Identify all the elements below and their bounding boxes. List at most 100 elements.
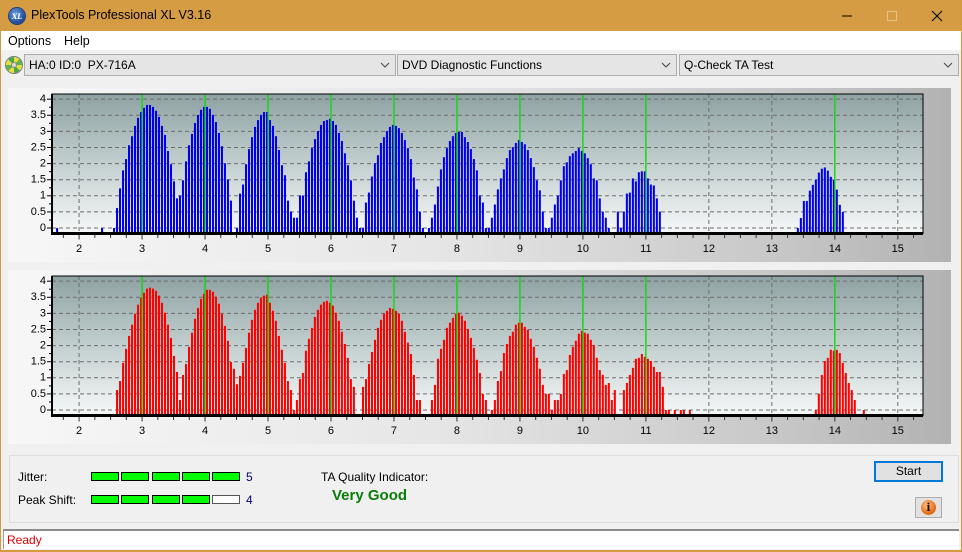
ta-histogram-top: 2 3 4 5 6 7 8 9 10 11 12 13 14 15 0 0.5 1 1.5 2 2.5 3 3.5 4 — [31, 93, 924, 255]
histogram-bar — [442, 339, 445, 416]
histogram-bar — [403, 140, 406, 234]
histogram-bar — [331, 121, 334, 234]
histogram-bar — [493, 400, 496, 416]
histogram-bar — [841, 362, 844, 416]
histogram-bar — [418, 400, 421, 416]
histogram-bar — [640, 353, 643, 416]
histogram-bar — [340, 331, 343, 416]
histogram-bar — [460, 132, 463, 234]
bottom-chart-panel: 2 3 4 5 6 7 8 9 10 11 12 13 14 15 0 0.5 1 1.5 2 2.5 3 3.5 4 — [8, 270, 951, 444]
histogram-bar — [829, 349, 832, 416]
histogram-bar — [310, 327, 313, 416]
histogram-bar — [553, 400, 556, 416]
histogram-bar — [337, 320, 340, 416]
histogram-bar — [475, 359, 478, 416]
info-button[interactable]: i — [915, 497, 942, 518]
histogram-bar — [164, 312, 167, 416]
histogram-bar — [208, 289, 212, 416]
histogram-bar — [463, 320, 466, 416]
histogram-bar — [260, 114, 263, 234]
close-button[interactable] — [914, 0, 960, 31]
start-button[interactable]: Start — [874, 461, 943, 482]
histogram-bar — [820, 168, 823, 234]
histogram-bar — [799, 218, 802, 234]
histogram-bar — [520, 322, 523, 416]
histogram-bar — [235, 384, 238, 416]
histogram-bar — [514, 324, 517, 416]
histogram-bar — [259, 297, 262, 416]
histogram-bar — [149, 287, 152, 416]
peak-shift-label: Peak Shift: — [18, 493, 77, 507]
histogram-bar — [469, 337, 472, 416]
status-text: Ready — [7, 533, 42, 547]
histogram-bar — [814, 179, 817, 234]
menu-bar: Options Help — [1, 31, 961, 50]
histogram-bar — [301, 372, 304, 416]
minimize-button[interactable] — [824, 0, 870, 31]
results-group — [9, 455, 959, 523]
y-tick-label: 1.5 — [31, 174, 46, 186]
maximize-button[interactable] — [869, 0, 915, 31]
histogram-bar — [256, 302, 259, 416]
histogram-bar — [436, 358, 439, 416]
menu-help[interactable]: Help — [64, 34, 90, 48]
x-tick-label: 6 — [328, 425, 334, 437]
jitter-value: 5 — [246, 470, 253, 484]
histogram-bar — [257, 120, 260, 234]
histogram-bar — [283, 362, 286, 416]
y-tick-label: 0.5 — [31, 206, 46, 218]
histogram-bar — [376, 327, 379, 416]
histogram-bar — [181, 374, 185, 416]
drive-select[interactable]: HA:0 ID:0 PX-716A — [24, 54, 396, 76]
histogram-bar — [451, 317, 454, 416]
histogram-bar — [526, 150, 529, 234]
histogram-bar — [199, 298, 203, 416]
histogram-bar — [220, 146, 223, 234]
histogram-bar — [439, 169, 442, 234]
histogram-bar — [217, 303, 220, 416]
test-select[interactable]: Q-Check TA Test — [679, 54, 959, 76]
histogram-bar — [253, 309, 256, 416]
histogram-bar — [128, 335, 131, 416]
histogram-bar — [352, 386, 355, 416]
meter-segment — [181, 495, 210, 504]
menu-options[interactable]: Options — [8, 34, 51, 48]
histogram-bar — [116, 208, 119, 234]
function-select[interactable]: DVD Diagnostic Functions — [397, 54, 677, 76]
histogram-bar — [196, 114, 199, 234]
histogram-bar — [442, 157, 445, 234]
y-tick-label: 2 — [40, 339, 46, 351]
ta-quality-value: Very Good — [332, 487, 408, 504]
histogram-bar — [529, 158, 532, 234]
histogram-bar — [307, 338, 310, 416]
histogram-bar — [196, 307, 200, 416]
histogram-bar — [152, 288, 155, 416]
histogram-bar — [349, 379, 352, 416]
x-tick-label: 13 — [766, 243, 778, 255]
histogram-bar — [337, 132, 340, 234]
histogram-bar — [595, 357, 598, 416]
histogram-bar — [187, 346, 191, 416]
histogram-bar — [379, 319, 382, 416]
histogram-bar — [559, 393, 562, 416]
histogram-bar — [640, 171, 643, 234]
histogram-bar — [622, 390, 625, 416]
histogram-bar — [562, 373, 565, 416]
chevron-down-icon — [943, 62, 953, 68]
maximize-icon — [887, 11, 897, 21]
x-tick-label: 3 — [139, 425, 145, 437]
histogram-bar — [811, 184, 814, 234]
histogram-bar — [268, 302, 271, 416]
histogram-bar — [211, 291, 215, 416]
histogram-bar — [847, 382, 850, 416]
histogram-bar — [448, 322, 451, 416]
histogram-bar — [379, 142, 382, 234]
histogram-bar — [229, 200, 232, 234]
histogram-bar — [508, 335, 511, 416]
histogram-bar — [631, 367, 634, 416]
histogram-bar — [247, 332, 250, 416]
histogram-bar — [565, 162, 568, 234]
histogram-bar — [448, 141, 451, 234]
histogram-bar — [184, 161, 187, 234]
histogram-bar — [652, 366, 655, 416]
